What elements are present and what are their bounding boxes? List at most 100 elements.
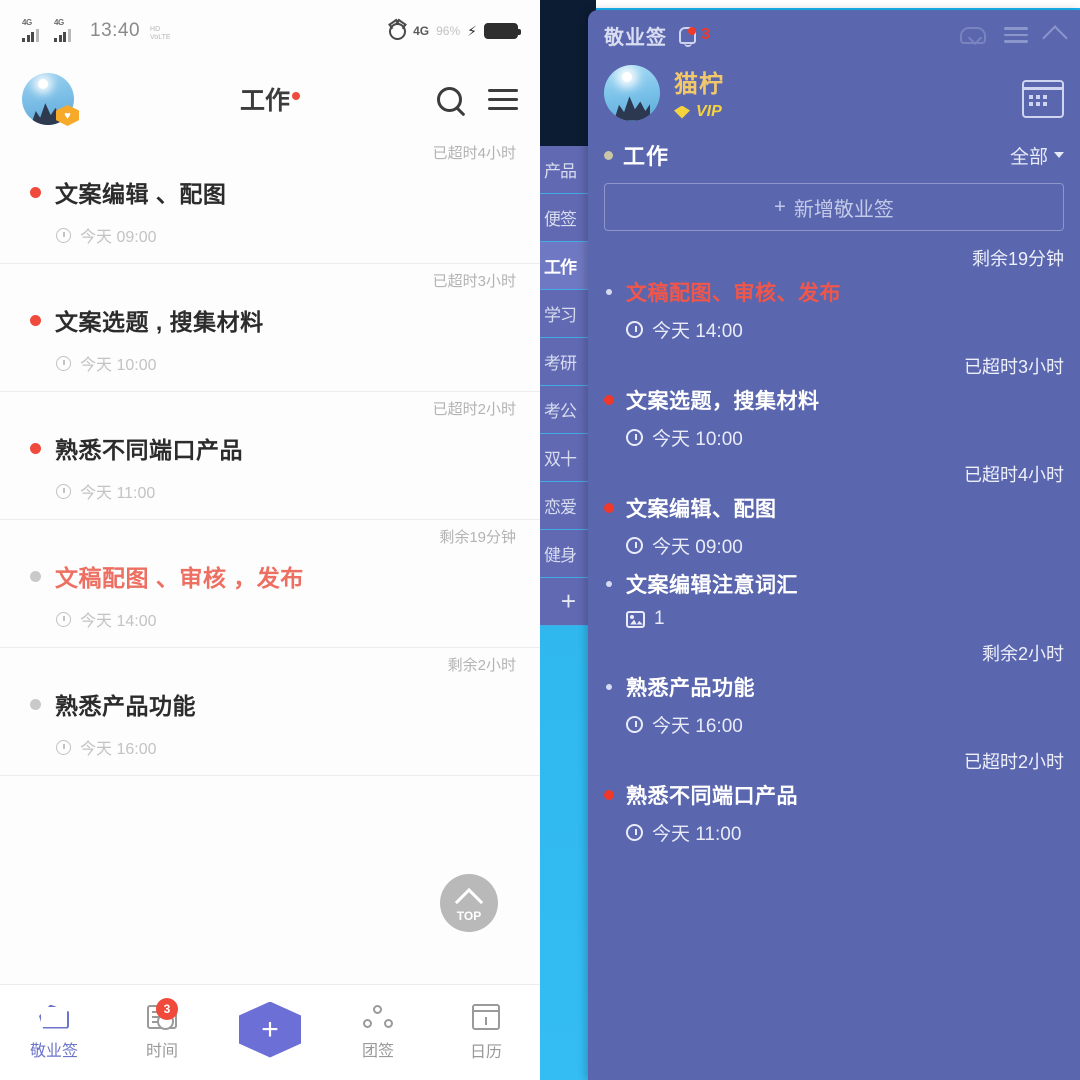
phone-tab-bar: 敬业签 3 时间 + 团签 日历 [0, 984, 540, 1080]
image-icon [626, 610, 645, 628]
item-time-text: 今天 10:00 [652, 429, 743, 450]
vip-label: VIP [696, 103, 722, 120]
clock-icon [56, 227, 71, 243]
item-main: 熟悉不同端口产品 [604, 780, 1064, 810]
notification-bell[interactable]: 3 [679, 26, 710, 47]
tab-团签[interactable]: 团签 [324, 1004, 432, 1061]
status-left: 4G 4G 13:40 HD VoLTE [22, 18, 389, 42]
clock-icon [626, 321, 643, 338]
tab-add[interactable]: + [216, 1001, 324, 1058]
list-item[interactable]: 已超时2小时 熟悉不同端口产品 今天 11:00 [604, 748, 1064, 856]
priority-dot [604, 503, 614, 513]
list-item[interactable]: 剩余19分钟 文稿配图、审核、发布 今天 14:00 [604, 245, 1064, 353]
item-main: 熟悉产品功能 [604, 672, 1064, 702]
item-title: 文案编辑 、配图 [55, 181, 227, 207]
item-time-text: 今天 10:00 [80, 357, 157, 374]
clock-icon [626, 429, 643, 446]
clock-icon [626, 537, 643, 554]
panel-window-actions [960, 23, 1068, 51]
avatar[interactable] [604, 64, 660, 121]
battery-icon [484, 23, 521, 39]
user-info: 猫柠 VIP [674, 64, 724, 121]
status-right: 4G 96% ⚡ [389, 22, 521, 40]
filter-dropdown[interactable]: 全部 [1010, 142, 1064, 169]
panel-title-bar: 敬业签 3 [588, 10, 1080, 60]
vip-badge: VIP [674, 103, 724, 121]
chevron-up-icon[interactable] [1042, 25, 1068, 51]
item-time: 今天 09:00 [604, 532, 1064, 559]
signal-bars-1 [22, 29, 39, 42]
plus-icon: + [774, 195, 786, 218]
priority-dot [606, 684, 612, 690]
desktop-panel: 敬业签 3 猫柠 VIP 工作 全部 + 新增敬业签 剩余19分钟 文稿配图、审… [588, 10, 1080, 1080]
list-item[interactable]: 剩余19分钟 文稿配图 、审核 ，发布 今天 14:00 [0, 520, 540, 648]
item-title: 文稿配图、审核、发布 [626, 282, 841, 305]
desktop-app: 产品 便签 工作 学习 考研 考公 双十 恋爱 健身 + 敬业签 3 猫柠 VI… [540, 0, 1080, 1080]
item-time: 今天 09:00 [24, 223, 516, 247]
item-status: 剩余2小时 [447, 657, 516, 674]
diamond-icon [674, 105, 690, 119]
calendar-icon [472, 1003, 500, 1030]
item-time: 今天 11:00 [24, 479, 516, 503]
tab-label: 日历 [469, 1043, 502, 1061]
calendar-icon[interactable] [1022, 80, 1064, 118]
clock-icon [626, 824, 643, 841]
list-item[interactable]: 已超时3小时 文案选题 , 搜集材料 今天 10:00 [0, 264, 540, 392]
menu-icon[interactable] [1004, 27, 1028, 43]
item-time-text: 今天 14:00 [652, 321, 743, 342]
section-title: 工作 [623, 144, 670, 169]
clock-icon [626, 716, 643, 733]
signal-label-2: 4G [54, 18, 64, 27]
item-main: 文稿配图 、审核 ，发布 [24, 549, 516, 597]
phone-app: 4G 4G 13:40 HD VoLTE 4G 96% ⚡ ♥ 工作 已超时4小… [0, 0, 540, 1080]
network-label: 4G [413, 24, 430, 38]
list-item[interactable]: 文案编辑注意词汇 1 [604, 569, 1064, 640]
status-time: 13:40 [90, 20, 141, 41]
hd-line-2: VoLTE [150, 33, 171, 41]
list-item[interactable]: 已超时2小时 熟悉不同端口产品 今天 11:00 [0, 392, 540, 520]
item-image-count: 1 [654, 608, 665, 629]
item-status: 已超时3小时 [963, 357, 1064, 377]
item-attachment: 1 [604, 608, 1064, 630]
list-item[interactable]: 已超时4小时 文案编辑 、配图 今天 09:00 [0, 136, 540, 264]
menu-icon[interactable] [488, 88, 518, 110]
signal-label-1: 4G [22, 18, 32, 27]
item-status: 已超时4小时 [963, 465, 1064, 485]
item-main: 文案编辑注意词汇 [604, 569, 1064, 599]
add-note-button[interactable]: + 新增敬业签 [604, 183, 1064, 231]
search-icon[interactable] [437, 86, 462, 112]
item-main: 熟悉不同端口产品 [24, 421, 516, 469]
tab-时间[interactable]: 3 时间 [108, 997, 216, 1061]
desktop-note-list: 剩余19分钟 文稿配图、审核、发布 今天 14:00 已超时3小时 文案选题，搜集材料今… [588, 231, 1080, 856]
item-main: 文案选题，搜集材料 [604, 385, 1064, 415]
priority-dot [604, 790, 614, 800]
unread-dot [292, 91, 300, 100]
hd-line-1: HD [150, 25, 161, 33]
item-time-text: 今天 14:00 [80, 613, 157, 630]
item-status: 已超时3小时 [432, 273, 516, 290]
item-time: 今天 11:00 [604, 819, 1064, 846]
cloud-sync-icon[interactable] [960, 26, 986, 44]
list-item[interactable]: 已超时3小时文案选题，搜集材料今天 10:00 [604, 353, 1064, 461]
avatar[interactable]: ♥ [22, 73, 79, 126]
phone-app-bar: ♥ 工作 [0, 62, 540, 136]
list-item[interactable]: 剩余2小时 熟悉产品功能 今天 16:00 [0, 648, 540, 776]
list-item[interactable]: 剩余2小时 熟悉产品功能 今天 16:00 [604, 640, 1064, 748]
team-icon [363, 1004, 393, 1029]
user-name: 猫柠 [674, 71, 724, 98]
panel-section-header: 工作 全部 [588, 135, 1080, 171]
tab-日历[interactable]: 日历 [432, 1003, 540, 1062]
priority-dot [30, 698, 41, 710]
app-bar-actions [437, 86, 518, 112]
item-main: 文稿配图、审核、发布 [604, 277, 1064, 307]
add-icon: + [239, 1001, 301, 1058]
tab-badge: 3 [156, 997, 178, 1020]
back-to-top-button[interactable]: TOP [440, 874, 498, 932]
list-item[interactable]: 已超时4小时 文案编辑、配图 今天 09:00 [604, 461, 1064, 569]
item-title: 文案编辑注意词汇 [626, 574, 798, 597]
tab-敬业签[interactable]: 敬业签 [0, 1004, 108, 1061]
clock-icon [56, 611, 71, 627]
item-time-text: 今天 16:00 [80, 741, 157, 758]
desktop-top-strip [540, 0, 1080, 8]
item-time-text: 今天 09:00 [652, 537, 743, 558]
